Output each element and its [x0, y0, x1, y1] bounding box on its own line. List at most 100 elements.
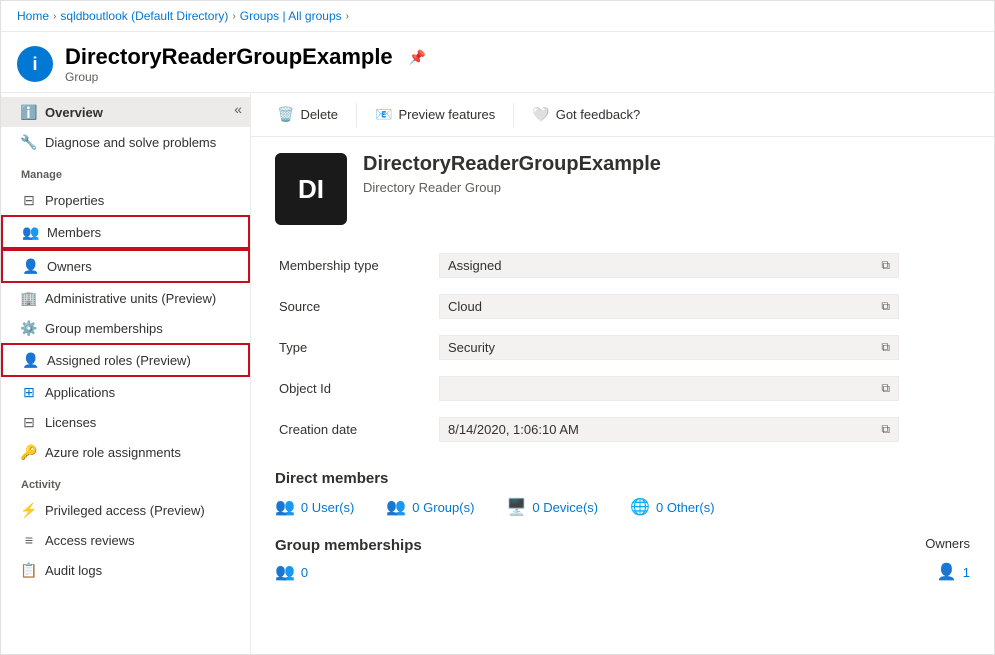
prop-value-box: Cloud ⧉ [439, 294, 899, 319]
sidebar-item-privileged[interactable]: ⚡ Privileged access (Preview) [1, 495, 250, 525]
sidebar-item-label: Group memberships [45, 321, 163, 336]
overview-icon: ℹ️ [21, 104, 37, 120]
sidebar-item-label: Properties [45, 193, 104, 208]
prop-value-box: Security ⧉ [439, 335, 899, 360]
page-subtitle: Group [65, 70, 426, 84]
prop-value-box: 8/14/2020, 1:06:10 AM ⧉ [439, 417, 899, 442]
group-memberships-title: Group memberships [275, 537, 422, 554]
feedback-button[interactable]: 🤍 Got feedback? [522, 101, 650, 128]
users-stat[interactable]: 👥 0 User(s) [275, 497, 354, 517]
owners-icon: 👤 [23, 258, 39, 274]
owners-count-icon: 👤 [937, 562, 957, 582]
privileged-icon: ⚡ [21, 502, 37, 518]
sidebar-item-access-reviews[interactable]: ≡ Access reviews [1, 525, 250, 555]
activity-section-label: Activity [1, 467, 250, 495]
sidebar-item-azure-roles[interactable]: 🔑 Azure role assignments [1, 437, 250, 467]
owners-count[interactable]: 👤 1 [937, 562, 970, 582]
sidebar-item-applications[interactable]: ⊞ Applications [1, 377, 250, 407]
prop-value-box: ⧉ [439, 376, 899, 401]
breadcrumb-home[interactable]: Home [17, 9, 49, 23]
table-row: Creation date 8/14/2020, 1:06:10 AM ⧉ [275, 409, 970, 450]
sidebar-item-label: Administrative units (Preview) [45, 291, 216, 306]
members-row: 👥 0 User(s) 👥 0 Group(s) 🖥️ 0 Device(s) … [275, 497, 970, 517]
copy-icon[interactable]: ⧉ [881, 422, 890, 437]
azure-roles-icon: 🔑 [21, 444, 37, 460]
feedback-icon: 🤍 [532, 106, 549, 123]
copy-icon[interactable]: ⧉ [881, 299, 890, 314]
sidebar-item-members[interactable]: 👥 Members [1, 215, 250, 249]
sidebar-item-admin-units[interactable]: 🏢 Administrative units (Preview) [1, 283, 250, 313]
sidebar-item-label: Overview [45, 105, 103, 120]
copy-icon[interactable]: ⧉ [881, 381, 890, 396]
others-stat[interactable]: 🌐 0 Other(s) [630, 497, 714, 517]
sidebar-item-overview[interactable]: ℹ️ Overview [1, 97, 250, 127]
sidebar-item-group-memberships[interactable]: ⚙️ Group memberships [1, 313, 250, 343]
sidebar-item-label: Members [47, 225, 101, 240]
sidebar-item-diagnose[interactable]: 🔧 Diagnose and solve problems [1, 127, 250, 157]
pin-icon[interactable]: 📌 [409, 49, 426, 66]
copy-icon[interactable]: ⧉ [881, 340, 890, 355]
prop-label: Type [275, 327, 435, 368]
group-header: DI DirectoryReaderGroupExample Directory… [275, 153, 970, 225]
sidebar-item-label: Applications [45, 385, 115, 400]
licenses-icon: ⊟ [21, 414, 37, 430]
devices-icon: 🖥️ [506, 497, 526, 517]
sidebar-item-label: Diagnose and solve problems [45, 135, 216, 150]
sidebar-item-assigned-roles[interactable]: 👤 Assigned roles (Preview) [1, 343, 250, 377]
memberships-icon: 👥 [275, 562, 295, 582]
manage-section-label: Manage [1, 157, 250, 185]
breadcrumb: Home › sqldboutlook (Default Directory) … [1, 1, 994, 32]
applications-icon: ⊞ [21, 384, 37, 400]
sidebar-item-label: Licenses [45, 415, 96, 430]
breadcrumb-directory[interactable]: sqldboutlook (Default Directory) [60, 9, 228, 23]
sidebar-item-label: Privileged access (Preview) [45, 503, 205, 518]
sidebar-item-label: Access reviews [45, 533, 135, 548]
breadcrumb-groups[interactable]: Groups | All groups [240, 9, 342, 23]
preview-icon: 📧 [375, 106, 392, 123]
group-memberships-icon: ⚙️ [21, 320, 37, 336]
toolbar-divider [356, 103, 357, 127]
sidebar-item-properties[interactable]: ⊟ Properties [1, 185, 250, 215]
others-icon: 🌐 [630, 497, 650, 517]
table-row: Membership type Assigned ⧉ [275, 245, 970, 286]
prop-label: Creation date [275, 409, 435, 450]
content-area: 🗑️ Delete 📧 Preview features 🤍 Got feedb… [251, 93, 994, 654]
sidebar-collapse-btn[interactable]: « [234, 101, 242, 117]
properties-table: Membership type Assigned ⧉ Source [275, 245, 970, 450]
sidebar-item-licenses[interactable]: ⊟ Licenses [1, 407, 250, 437]
copy-icon[interactable]: ⧉ [881, 258, 890, 273]
group-description: Directory Reader Group [363, 180, 661, 195]
preview-features-button[interactable]: 📧 Preview features [365, 101, 505, 128]
delete-button[interactable]: 🗑️ Delete [267, 101, 348, 128]
page-header: i DirectoryReaderGroupExample 📌 Group [1, 32, 994, 93]
audit-logs-icon: 📋 [21, 562, 37, 578]
table-row: Source Cloud ⧉ [275, 286, 970, 327]
toolbar: 🗑️ Delete 📧 Preview features 🤍 Got feedb… [251, 93, 994, 137]
sidebar-item-label: Audit logs [45, 563, 102, 578]
groups-stat[interactable]: 👥 0 Group(s) [386, 497, 474, 517]
groups-icon: 👥 [386, 497, 406, 517]
group-name: DirectoryReaderGroupExample [363, 153, 661, 176]
devices-stat[interactable]: 🖥️ 0 Device(s) [506, 497, 598, 517]
sidebar-item-label: Azure role assignments [45, 445, 181, 460]
prop-label: Membership type [275, 245, 435, 286]
users-icon: 👥 [275, 497, 295, 517]
memberships-count[interactable]: 👥 0 [275, 562, 308, 582]
sidebar-item-audit-logs[interactable]: 📋 Audit logs [1, 555, 250, 585]
prop-label: Object Id [275, 368, 435, 409]
assigned-roles-icon: 👤 [23, 352, 39, 368]
direct-members-title: Direct members [275, 470, 970, 487]
sidebar-item-owners[interactable]: 👤 Owners [1, 249, 250, 283]
sidebar-item-label: Assigned roles (Preview) [47, 353, 191, 368]
prop-value-box: Assigned ⧉ [439, 253, 899, 278]
group-avatar: DI [275, 153, 347, 225]
delete-icon: 🗑️ [277, 106, 294, 123]
group-memberships-row: Group memberships Owners [275, 533, 970, 554]
members-icon: 👥 [23, 224, 39, 240]
group-memberships-counts: 👥 0 👤 1 [275, 562, 970, 582]
properties-icon: ⊟ [21, 192, 37, 208]
access-reviews-icon: ≡ [21, 532, 37, 548]
sidebar: « ℹ️ Overview 🔧 Diagnose and solve probl… [1, 93, 251, 654]
content-body: DI DirectoryReaderGroupExample Directory… [251, 137, 994, 654]
header-icon: i [17, 46, 53, 82]
